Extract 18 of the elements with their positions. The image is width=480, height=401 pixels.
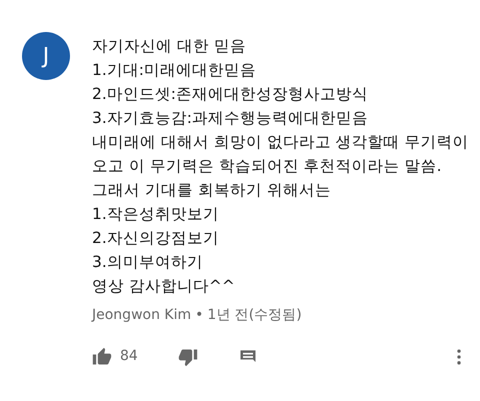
- thumbs-up-icon[interactable]: [92, 346, 112, 366]
- author-name[interactable]: Jeongwon Kim: [92, 305, 192, 326]
- avatar[interactable]: J: [22, 32, 70, 80]
- comment-text-line: 3.자기효능감:과제수행능력에대한믿음: [92, 108, 370, 129]
- comment-text-line: 자기자신에 대한 믿음: [92, 36, 247, 57]
- comment-text-line: 2.자신의강점보기: [92, 228, 220, 249]
- like-count: 84: [120, 347, 138, 366]
- comment-text-line: 오고 이 무기력은 학습되어진 후천적이라는 말씀.: [92, 156, 443, 177]
- comment-text-line: 그래서 기대를 회복하기 위해서는: [92, 180, 332, 201]
- separator-dot: •: [195, 306, 204, 325]
- thumbs-down-icon[interactable]: [178, 346, 198, 366]
- comment-text-line: 영상 감사합니다^^: [92, 276, 236, 297]
- comment-time: 1년 전(수정됨): [207, 306, 302, 325]
- comment-text-line: 3.의미부여하기: [92, 252, 204, 273]
- comment-text-line: 1.기대:미래에대한믿음: [92, 60, 258, 81]
- comment-text-line: 2.마인드셋:존재에대한성장형사고방식: [92, 84, 370, 105]
- comment-text-line: 내미래에 대해서 희망이 없다라고 생각할때 무기력이: [92, 132, 469, 153]
- comment-text-line: 1.작은성취맛보기: [92, 204, 220, 225]
